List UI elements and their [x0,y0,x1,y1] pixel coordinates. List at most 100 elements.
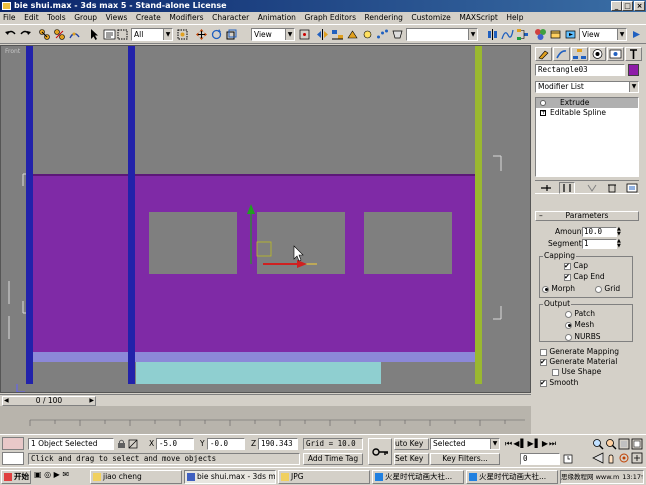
modify-tab-icon[interactable] [553,47,570,61]
render-view-dropdown[interactable]: View ▼ [579,28,627,41]
hierarchy-tab-icon[interactable] [571,47,588,61]
show-desktop-icon[interactable]: ▣ [34,470,42,479]
render-last-icon[interactable] [630,28,643,41]
spacing-tool-icon[interactable] [376,28,389,41]
menu-help[interactable]: Help [503,12,526,24]
front-viewport[interactable]: Front [0,45,531,393]
mesh-radio[interactable]: Mesh [565,320,594,330]
select-object-icon[interactable] [88,28,101,41]
morph-radio[interactable]: Morph [542,284,590,294]
generate-mapping-checkbox[interactable]: Generate Mapping [540,347,619,357]
menu-create[interactable]: Create [133,12,164,24]
normal-align-icon[interactable] [346,28,359,41]
zoom-all-icon[interactable] [605,438,617,450]
minimize-button[interactable]: _ [611,1,622,11]
menu-modifiers[interactable]: Modifiers [166,12,206,24]
start-button[interactable]: 开始 [1,470,31,484]
go-to-start-icon[interactable]: ⏮ [505,439,513,448]
menu-tools[interactable]: Tools [44,12,68,24]
key-filters-button[interactable]: Key Filters... [430,453,500,465]
region-selection-icon[interactable] [116,28,129,41]
task-browser-2[interactable]: 火星时代动画大社... [466,470,558,484]
motion-tab-icon[interactable] [589,47,606,61]
previous-frame-icon[interactable]: ◀▌ [513,439,527,448]
remove-modifier-icon[interactable] [605,183,619,193]
zoom-extents-icon[interactable] [618,438,630,450]
close-button[interactable]: × [634,1,645,11]
reference-coordinate-dropdown[interactable]: View ▼ [251,28,295,41]
maxscript-input-mini[interactable] [2,452,24,465]
show-end-result-icon[interactable] [559,182,575,194]
render-scene-icon[interactable] [549,28,562,41]
align-icon[interactable] [331,28,344,41]
menu-rendering[interactable]: Rendering [362,12,406,24]
pivot-point-center-icon[interactable] [298,28,311,41]
amount-spinner[interactable]: ▲ ▼ [617,227,624,237]
time-slider-track[interactable]: ◀ 0 / 100 ▶ [0,394,531,406]
task-3ds-max[interactable]: bie shui.max - 3ds ma... [184,470,276,484]
amount-input[interactable]: 10.0 [582,227,617,237]
arc-rotate-icon[interactable] [618,452,630,464]
browser-icon[interactable]: ◎ [44,470,51,479]
menu-edit[interactable]: Edit [21,12,42,24]
light-bulb-icon[interactable] [540,100,546,106]
utilities-tab-icon[interactable] [625,47,642,61]
bind-to-space-warp-icon[interactable] [68,28,81,41]
select-and-move-icon[interactable] [195,28,208,41]
create-tab-icon[interactable] [535,47,552,61]
play-icon[interactable]: ▶ [528,439,535,448]
parameters-rollout-header[interactable]: – Parameters [535,211,639,221]
x-coordinate-field[interactable]: -5.0 [156,438,194,450]
task-browser-1[interactable]: 火星时代动画大社... [372,470,464,484]
maximize-viewport-icon[interactable] [631,452,643,464]
set-key-toggle-icon[interactable] [368,438,392,465]
cap-end-checkbox[interactable]: Cap End [564,272,605,282]
next-frame-icon[interactable]: ▌▶ [535,439,549,448]
menu-character[interactable]: Character [209,12,252,24]
zoom-extents-all-icon[interactable] [631,438,643,450]
outlook-icon[interactable]: ✉ [62,470,69,479]
place-highlight-icon[interactable] [361,28,374,41]
time-slider-thumb[interactable]: ◀ 0 / 100 ▶ [2,396,96,406]
add-time-tag-button[interactable]: Add Time Tag [303,453,363,465]
selection-filter-dropdown[interactable]: All ▼ [131,28,173,41]
cap-start-checkbox[interactable]: Cap [564,261,588,271]
material-editor-icon[interactable] [534,28,547,41]
undo-icon[interactable] [4,28,17,41]
mirror-icon[interactable] [316,28,329,41]
maximize-button[interactable]: □ [622,1,633,11]
quick-render-icon[interactable] [564,28,577,41]
expand-plus-icon[interactable]: + [540,110,546,116]
select-by-name-icon[interactable] [103,28,116,41]
display-tab-icon[interactable] [607,47,624,61]
grid-radio[interactable]: Grid [595,284,621,294]
named-selection-icon[interactable] [391,28,404,41]
media-player-icon[interactable]: ▶ [54,470,60,479]
select-and-scale-icon[interactable] [225,28,238,41]
field-of-view-icon[interactable] [592,452,604,464]
curve-editor-icon[interactable] [501,28,514,41]
use-shape-checkbox[interactable]: Use Shape [552,367,601,377]
stack-item-extrude[interactable]: Extrude [536,98,638,108]
track-bar[interactable] [0,406,531,434]
absolute-mode-transform-icon[interactable] [128,439,138,449]
lock-selection-icon[interactable] [117,439,126,449]
pan-icon[interactable] [605,452,617,464]
make-unique-icon[interactable] [585,183,599,193]
go-to-end-icon[interactable]: ⏭ [549,439,557,448]
menu-group[interactable]: Group [71,12,100,24]
y-coordinate-field[interactable]: -0.0 [207,438,245,450]
menu-views[interactable]: Views [103,12,131,24]
segments-spinner[interactable]: ▲ ▼ [617,239,624,249]
segments-input[interactable]: 1 [582,239,617,249]
modifier-list-dropdown[interactable]: Modifier List ▼ [535,81,639,93]
menu-maxscript[interactable]: MAXScript [456,12,501,24]
select-and-rotate-icon[interactable] [210,28,223,41]
menu-customize[interactable]: Customize [408,12,453,24]
menu-file[interactable]: File [0,12,19,24]
object-color-swatch[interactable] [628,64,639,76]
pin-stack-icon[interactable] [539,183,553,193]
zoom-icon[interactable] [592,438,604,450]
schematic-view-icon[interactable] [516,28,529,41]
select-and-link-icon[interactable] [38,28,51,41]
